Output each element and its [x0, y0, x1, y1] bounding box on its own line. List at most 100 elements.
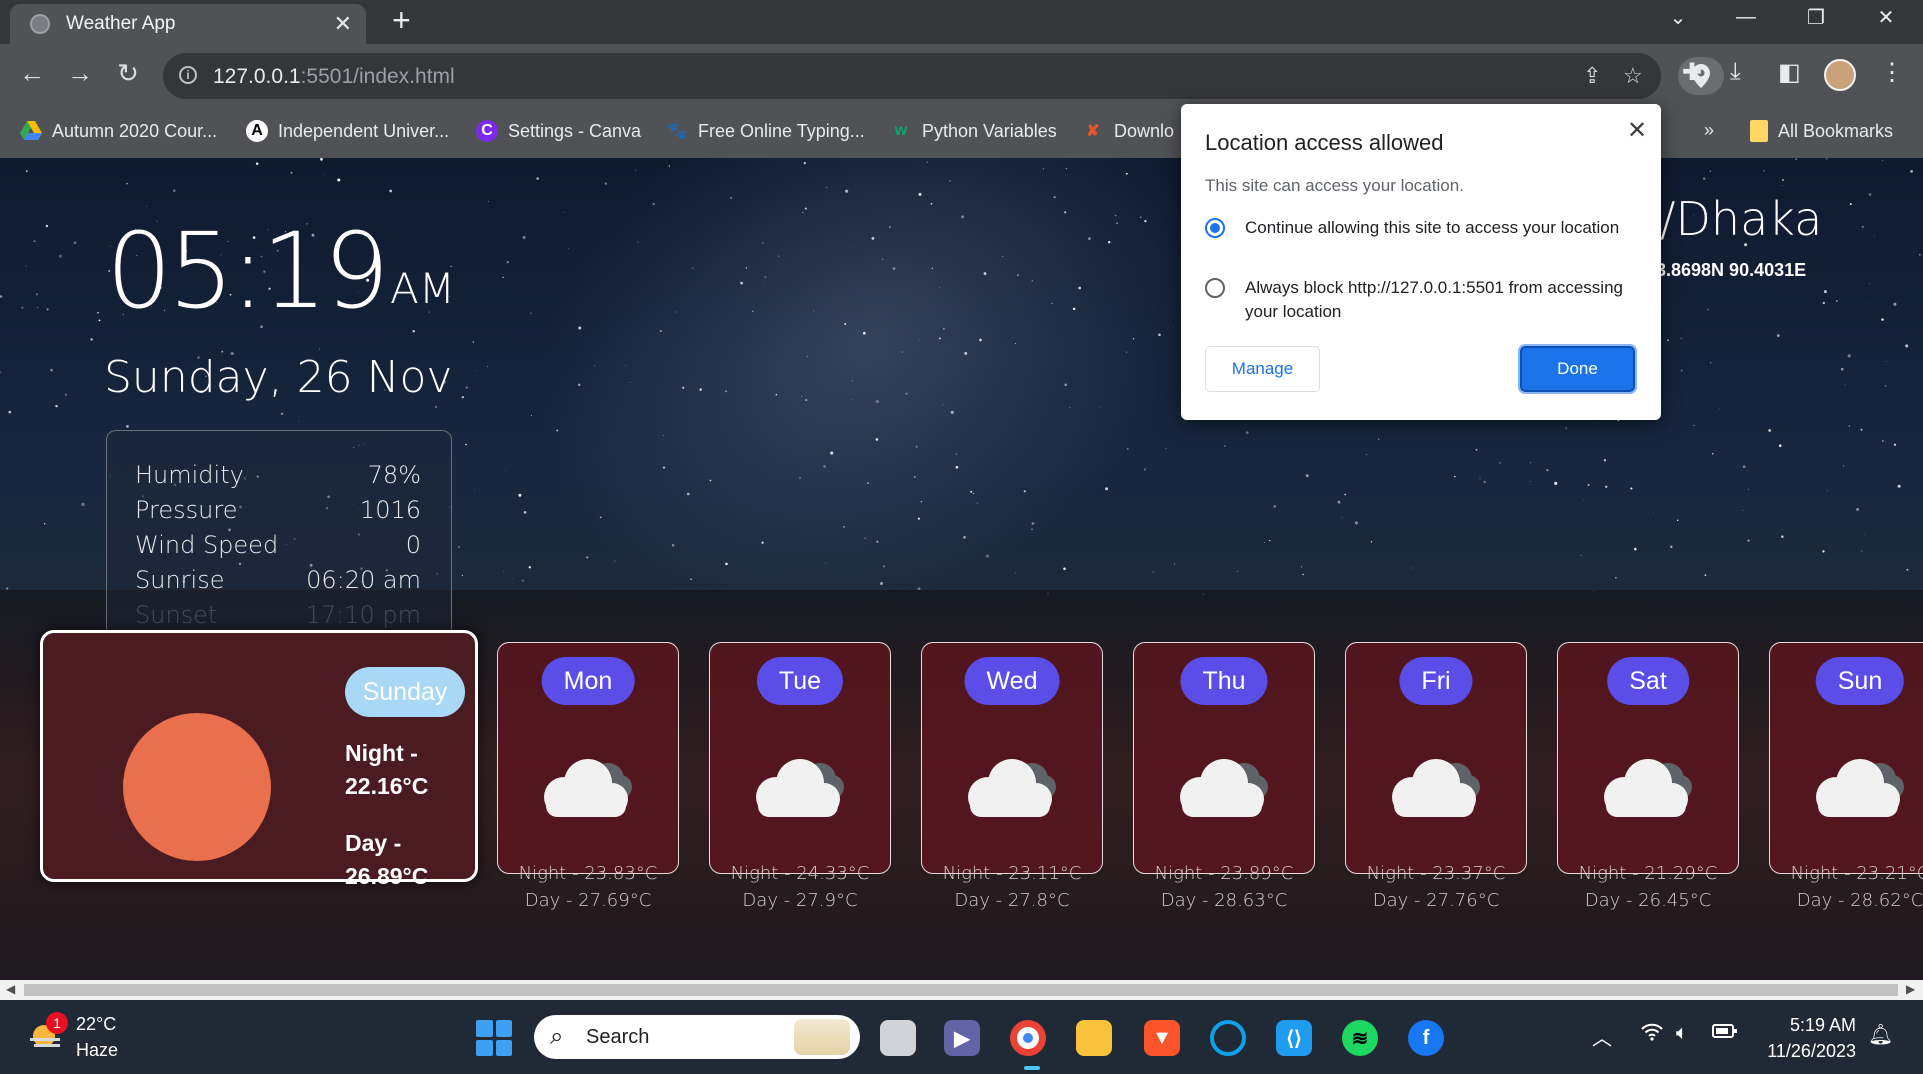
detail-label: Humidity: [135, 461, 244, 489]
new-tab-button[interactable]: +: [392, 2, 411, 39]
forecast-night-temp: Night - 23.83°C: [518, 863, 658, 884]
detail-row: Humidity 78%: [135, 461, 421, 489]
allow-radio[interactable]: [1205, 218, 1225, 238]
weather-details-panel: Humidity 78% Pressure 1016 Wind Speed 0 Sun…: [106, 430, 452, 662]
forecast-card-tue: Tue Night - 24.33°C Day - 27.9°C: [709, 642, 891, 911]
browser-tab[interactable]: Weather App ✕: [10, 4, 366, 44]
location-permission-popup: Location access allowed ✕ This site can …: [1181, 104, 1661, 420]
system-clock[interactable]: 5:19 AM 11/26/2023: [1760, 1012, 1856, 1064]
extensions-icon[interactable]: ✚: [1682, 58, 1702, 87]
bookmarks-overflow-button[interactable]: »: [1704, 120, 1714, 141]
detail-row: Sunset 17:10 pm: [135, 601, 421, 629]
forecast-day: Sat: [1607, 657, 1689, 705]
battery-icon[interactable]: [1712, 1022, 1738, 1045]
facebook-icon[interactable]: f: [1408, 1020, 1444, 1056]
meet-icon[interactable]: ▶: [944, 1020, 980, 1056]
block-radio[interactable]: [1205, 278, 1225, 298]
notification-bell-icon[interactable]: 🔔︎: [1868, 1022, 1893, 1047]
globe-icon: [30, 14, 50, 34]
address-bar[interactable]: i 127.0.0.1:5501/index.html ⇪ ☆: [163, 53, 1724, 99]
forecast-day-temp: Day - 26.45°C: [1584, 890, 1712, 911]
forecast-day-temp: Day - 27.76°C: [1372, 890, 1500, 911]
bookmark-item[interactable]: w Python Variables: [890, 120, 1057, 142]
download-icon[interactable]: ⤓: [1730, 58, 1741, 86]
info-icon[interactable]: i: [179, 66, 197, 84]
tab-search-icon[interactable]: ⌄: [1648, 0, 1708, 34]
chevron-up-icon[interactable]: ︿: [1592, 1022, 1612, 1051]
detail-row: Pressure 1016: [135, 496, 421, 524]
side-panel-icon[interactable]: ◧: [1778, 58, 1801, 87]
close-tab-icon[interactable]: ✕: [334, 11, 352, 37]
restore-icon[interactable]: ❐: [1786, 0, 1846, 34]
bookmark-label: Autumn 2020 Cour...: [52, 120, 218, 141]
share-icon[interactable]: ⇪: [1583, 63, 1601, 89]
taskbar-search[interactable]: ⌕ Search: [534, 1015, 860, 1059]
allow-option[interactable]: Continue allowing this site to access yo…: [1205, 216, 1625, 240]
detail-label: Sunset: [135, 601, 218, 629]
minimize-icon[interactable]: —: [1716, 0, 1776, 34]
bookmark-label: Python Variables: [922, 120, 1057, 141]
all-bookmarks-label: All Bookmarks: [1778, 120, 1894, 141]
x-icon: ✘: [1086, 123, 1100, 140]
cloudy-icon: [960, 755, 1066, 822]
forward-icon[interactable]: →: [62, 58, 98, 89]
notification-badge: 1: [46, 1012, 68, 1034]
cortana-icon[interactable]: [1210, 1020, 1246, 1056]
menu-icon[interactable]: ⋮: [1880, 58, 1904, 87]
detail-value: 1016: [359, 496, 421, 524]
search-icon: ⌕: [550, 1023, 564, 1050]
weather-condition[interactable]: Haze: [76, 1040, 118, 1061]
scrollbar-thumb[interactable]: [24, 984, 1898, 996]
bookmark-item[interactable]: A Independent Univer...: [246, 120, 449, 142]
clock-date: 11/26/2023: [1767, 1041, 1856, 1061]
today-night-temp: Night - 22.16°C: [345, 740, 429, 799]
clock-time: 5:19 AM: [1789, 1015, 1856, 1035]
done-button[interactable]: Done: [1518, 344, 1637, 394]
forecast-card-sat: Sat Night - 21.29°C Day - 26.45°C: [1557, 642, 1739, 911]
start-button[interactable]: [476, 1020, 512, 1056]
tab-title: Weather App: [66, 13, 176, 34]
volume-icon[interactable]: 🔈︎: [1676, 1022, 1688, 1045]
popup-title: Location access allowed: [1205, 130, 1444, 155]
vscode-icon[interactable]: ⟨⟩: [1276, 1020, 1312, 1056]
cloudy-icon: [1384, 755, 1490, 822]
star-icon[interactable]: ☆: [1623, 63, 1643, 89]
cloudy-icon: [748, 755, 854, 822]
bookmark-item[interactable]: ✘ Downlo: [1082, 120, 1174, 142]
close-window-icon[interactable]: ✕: [1856, 0, 1916, 34]
all-bookmarks-button[interactable]: All Bookmarks: [1750, 120, 1893, 142]
scroll-right-icon[interactable]: ▶: [1906, 982, 1915, 996]
avatar[interactable]: [1824, 59, 1856, 91]
search-highlight-image: [794, 1019, 850, 1055]
forecast-day-temp: Day - 27.9°C: [742, 890, 858, 911]
horizontal-scrollbar[interactable]: ◀ ▶: [0, 980, 1923, 1000]
detail-label: Pressure: [135, 496, 238, 524]
weather-temperature[interactable]: 22°C: [76, 1014, 116, 1035]
forecast-card-thu: Thu Night - 23.89°C Day - 28.63°C: [1133, 642, 1315, 911]
forecast-night-temp: Night - 23.89°C: [1154, 863, 1294, 884]
reload-icon[interactable]: ↻: [110, 58, 146, 89]
block-option[interactable]: Always block http://127.0.0.1:5501 from …: [1205, 276, 1625, 324]
wifi-icon[interactable]: [1640, 1022, 1664, 1048]
bookmark-label: Settings - Canva: [508, 120, 642, 141]
manage-button[interactable]: Manage: [1205, 346, 1320, 392]
task-view-icon[interactable]: [880, 1020, 916, 1056]
popup-subtitle: This site can access your location.: [1205, 176, 1464, 195]
bookmark-item[interactable]: C Settings - Canva: [476, 120, 641, 142]
chrome-icon[interactable]: [1010, 1020, 1046, 1056]
scroll-left-icon[interactable]: ◀: [6, 982, 15, 996]
close-icon[interactable]: ✕: [1627, 116, 1647, 145]
search-placeholder: Search: [586, 1026, 650, 1048]
forecast-night-temp: Night - 23.21°C: [1790, 863, 1923, 884]
bookmark-item[interactable]: Autumn 2020 Cour...: [20, 120, 217, 142]
forecast-day: Mon: [541, 657, 635, 705]
brave-icon[interactable]: ▼: [1144, 1020, 1180, 1056]
canva-icon: C: [476, 120, 498, 142]
bookmark-item[interactable]: 🐾 Free Online Typing...: [666, 120, 865, 142]
back-icon[interactable]: ←: [14, 58, 50, 89]
spotify-icon[interactable]: ≋: [1342, 1020, 1378, 1056]
drive-icon: [20, 120, 42, 142]
file-explorer-icon[interactable]: [1076, 1020, 1112, 1056]
today-card: Sunday Night - 22.16°C Day - 26.89°C: [40, 630, 478, 889]
detail-label: Wind Speed: [135, 531, 279, 559]
